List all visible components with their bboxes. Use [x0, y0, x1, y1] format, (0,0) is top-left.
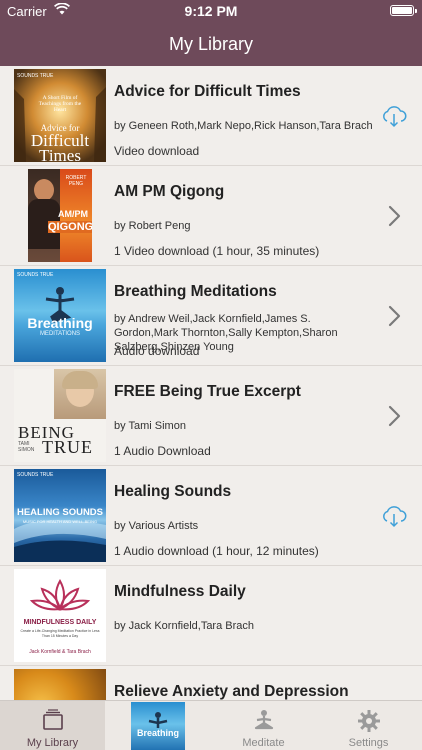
item-title: FREE Being True Excerpt — [114, 383, 301, 400]
cover-am-pm-qigong: ROBERT PENG AM/PM QIGONG — [28, 169, 92, 262]
download-cloud-icon[interactable] — [380, 502, 408, 530]
item-authors: by Tami Simon — [114, 420, 186, 432]
item-title: AM PM Qigong — [114, 183, 225, 200]
cover-title-line-1: AM/PM — [58, 209, 88, 219]
library-item-mindfulness-daily[interactable]: MINDFULNESS DAILY Create a Life-Changing… — [0, 566, 422, 666]
item-meta: 1 Audio Download — [114, 444, 211, 458]
chevron-right-icon[interactable] — [380, 202, 408, 230]
item-authors: by Jack Kornfield,Tara Brach — [114, 620, 255, 632]
library-item-breathing-meditations[interactable]: SOUNDS TRUE Breathing MEDITATIONS Breath… — [0, 266, 422, 366]
library-item-relieve-anxiety-and-depression[interactable]: Relieve Anxiety and Depression — [0, 666, 422, 700]
cover-relieve-anxiety — [14, 669, 106, 700]
chevron-right-icon[interactable] — [380, 402, 408, 430]
library-list[interactable]: SOUNDS TRUE A Short Film of Teachings fr… — [0, 66, 422, 700]
cover-title-line-1: MINDFULNESS DAILY — [23, 619, 97, 626]
status-bar: Carrier 9:12 PM — [0, 0, 422, 22]
item-authors: by Geneen Roth,Mark Nepo,Rick Hanson,Tar… — [114, 120, 373, 132]
cover-title-line-2: TRUE — [42, 437, 93, 457]
library-stack-icon — [41, 709, 65, 736]
item-meta: Video download — [114, 144, 200, 158]
battery-icon — [390, 5, 417, 16]
item-authors: by Robert Peng — [114, 220, 191, 232]
clock: 9:12 PM — [184, 3, 238, 19]
cover-advice-for-difficult-times: SOUNDS TRUE A Short Film of Teachings fr… — [14, 69, 106, 162]
cover-title-line-2: MUSIC FOR HEALTH AND WELL-BEING — [22, 519, 98, 524]
item-title: Breathing Meditations — [114, 283, 277, 300]
item-title: Mindfulness Daily — [114, 583, 246, 600]
library-item-am-pm-qigong[interactable]: ROBERT PENG AM/PM QIGONG AM PM Qigong by… — [0, 166, 422, 266]
tab-bar: My Library Breathing Meditate Settings — [0, 700, 422, 750]
cover-breathing-meditations: SOUNDS TRUE Breathing MEDITATIONS — [14, 269, 106, 362]
cover-title-line-3: Times — [39, 146, 81, 162]
cover-title-line-2: MEDITATIONS — [39, 331, 81, 337]
cover-author: ROBERT PENG — [65, 175, 87, 187]
item-meta: Audio download — [114, 344, 200, 358]
cover-title-line-1: HEALING SOUNDS — [16, 507, 104, 518]
now-playing-title: Breathing — [136, 728, 179, 738]
item-title: Healing Sounds — [114, 483, 232, 500]
cover-title-line-1: Breathing — [27, 315, 93, 331]
cover-being-true: BEING TAMI SIMON TRUE — [14, 369, 106, 462]
gear-icon — [357, 709, 381, 738]
library-item-free-being-true-excerpt[interactable]: BEING TAMI SIMON TRUE FREE Being True Ex… — [0, 366, 422, 466]
tab-my-library[interactable]: My Library — [0, 701, 105, 750]
library-item-advice-for-difficult-times[interactable]: SOUNDS TRUE A Short Film of Teachings fr… — [0, 66, 422, 166]
now-playing-artwork[interactable]: Breathing — [131, 702, 185, 750]
item-meta: 1 Audio download (1 hour, 12 minutes) — [114, 544, 319, 558]
navigation-bar: My Library — [0, 22, 422, 66]
cover-author: Jack Kornfield & Tara Brach — [29, 649, 91, 655]
cover-healing-sounds: SOUNDS TRUE HEALING SOUNDS MUSIC FOR HEA… — [14, 469, 106, 562]
cover-mindfulness-daily: MINDFULNESS DAILY Create a Life-Changing… — [14, 569, 106, 662]
item-authors: by Various Artists — [114, 520, 199, 532]
cover-subtitle: A Short Film of Teachings from the Heart — [38, 95, 82, 113]
cover-subtitle: Create a Life-Changing Meditation Practi… — [20, 629, 100, 638]
tab-meditate[interactable]: Meditate — [211, 701, 316, 750]
tab-settings[interactable]: Settings — [316, 701, 421, 750]
item-title: Advice for Difficult Times — [114, 83, 301, 100]
cover-author: TAMI SIMON — [18, 441, 35, 453]
tab-label: Meditate — [242, 737, 285, 749]
download-cloud-icon[interactable] — [380, 102, 408, 130]
meditate-figure-icon — [252, 709, 276, 736]
chevron-right-icon[interactable] — [380, 302, 408, 330]
cover-brand-text: SOUNDS TRUE — [17, 73, 54, 79]
item-title: Relieve Anxiety and Depression — [114, 683, 349, 700]
cover-title-line-2: QIGONG — [48, 221, 92, 233]
tab-label: Settings — [348, 737, 389, 749]
library-item-healing-sounds[interactable]: SOUNDS TRUE HEALING SOUNDS MUSIC FOR HEA… — [0, 466, 422, 566]
page-title: My Library — [168, 34, 253, 54]
tab-label: My Library — [26, 737, 79, 749]
item-meta: 1 Video download (1 hour, 35 minutes) — [114, 244, 320, 258]
